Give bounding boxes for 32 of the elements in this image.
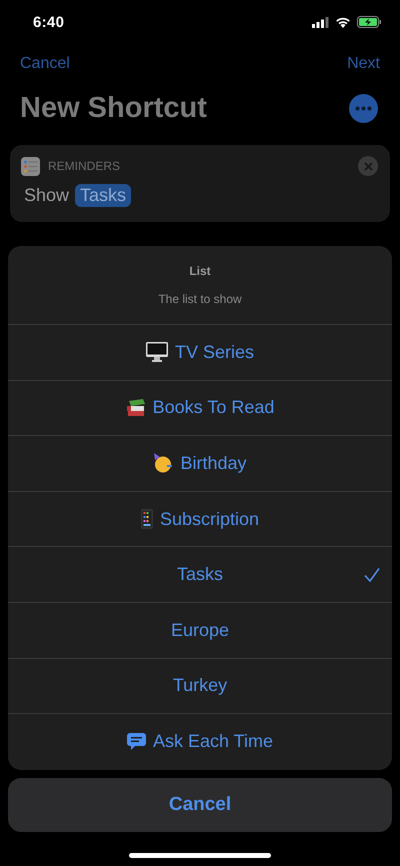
list-option[interactable]: Books To Read: [8, 380, 392, 436]
close-icon: [364, 162, 372, 170]
parameter-token[interactable]: Tasks: [75, 184, 132, 207]
reminders-app-icon: [21, 156, 40, 176]
list-option[interactable]: Tasks: [8, 547, 392, 603]
ellipsis-icon: [355, 106, 372, 110]
books-icon: [126, 398, 146, 417]
list-option[interactable]: Turkey: [8, 658, 392, 714]
list-option[interactable]: Europe: [8, 602, 392, 659]
sheet-subtitle: The list to show: [158, 292, 242, 306]
home-indicator[interactable]: [129, 852, 271, 858]
next-button[interactable]: Next: [347, 55, 380, 73]
battery-icon: [357, 16, 382, 28]
app-label: REMINDERS: [48, 159, 122, 173]
remove-button[interactable]: [358, 156, 378, 176]
list-option[interactable]: TV Series: [8, 325, 392, 381]
cancel-button[interactable]: Cancel: [8, 778, 392, 832]
shortcut-title: New Shortcut: [20, 92, 207, 124]
signal-icon: [312, 16, 329, 28]
list-option[interactable]: Birthday: [8, 436, 392, 492]
wifi-icon: [335, 16, 351, 28]
party-hat-icon: [153, 453, 174, 474]
status-time: 6:40: [33, 14, 64, 30]
list-option[interactable]: Ask Each Time: [8, 714, 392, 770]
more-button[interactable]: [349, 94, 378, 122]
list-option[interactable]: Subscription: [8, 492, 392, 548]
sheet-title: List: [189, 264, 211, 278]
cancel-button[interactable]: Cancel: [20, 55, 70, 73]
action-verb: Show: [24, 185, 70, 206]
speech-bubble-icon: [126, 732, 146, 751]
monitor-icon: [146, 342, 168, 362]
phone-icon: [140, 509, 153, 530]
